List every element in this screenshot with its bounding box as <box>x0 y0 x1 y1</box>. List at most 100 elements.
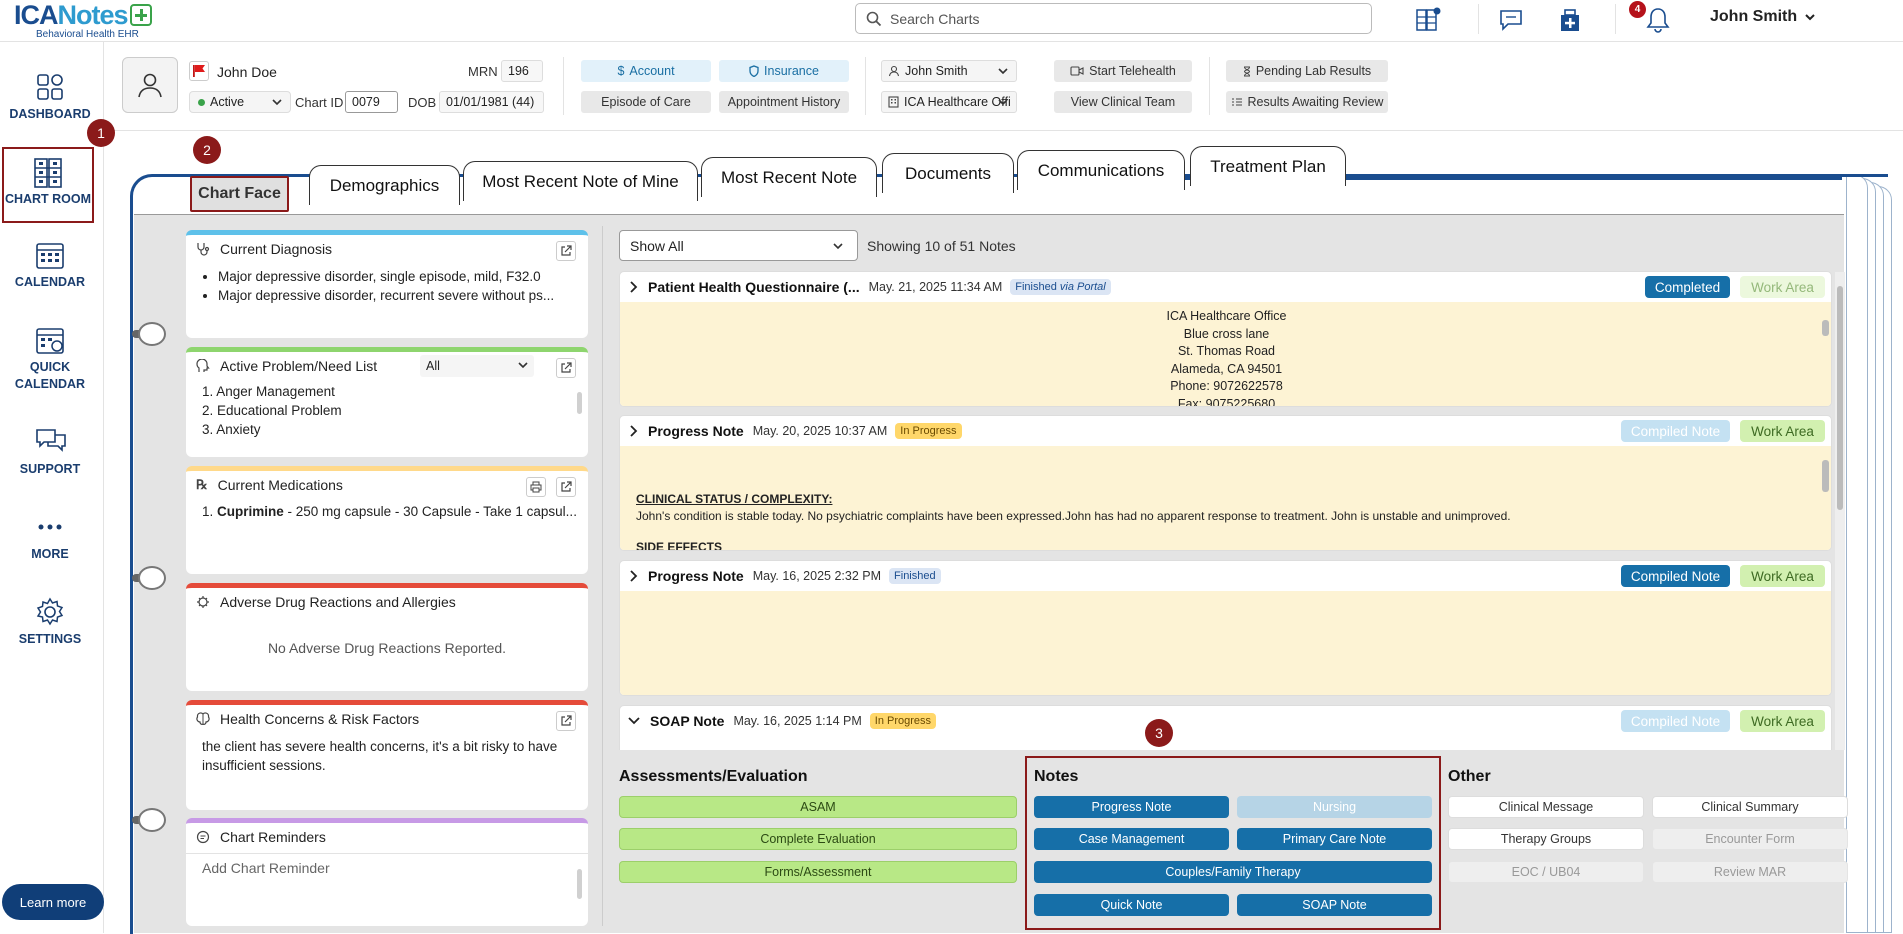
work-area-button[interactable]: Work Area <box>1740 710 1825 732</box>
tab-treatment-plan[interactable]: Treatment Plan <box>1190 146 1346 186</box>
work-area-button[interactable]: Work Area <box>1740 565 1825 587</box>
divider <box>186 853 588 854</box>
note-title[interactable]: Progress Note <box>648 423 744 439</box>
clinical-summary-button[interactable]: Clinical Summary <box>1652 796 1848 818</box>
app-logo[interactable]: ICANotes Behavioral Health EHR <box>14 0 152 42</box>
encounter-form-button[interactable]: Encounter Form <box>1652 828 1848 850</box>
learn-more-button[interactable]: Learn more <box>2 884 104 920</box>
tab-documents[interactable]: Documents <box>882 153 1014 193</box>
nav-chart-room[interactable]: CHART ROOM <box>2 147 94 223</box>
chevron-down-icon[interactable] <box>628 717 640 725</box>
forms-assessment-button[interactable]: Forms/Assessment <box>619 861 1017 883</box>
messages-icon[interactable] <box>1495 4 1527 36</box>
scrollbar[interactable] <box>577 392 582 414</box>
soap-note-button[interactable]: SOAP Note <box>1237 894 1432 916</box>
scrollbar[interactable] <box>1822 320 1829 336</box>
account-button[interactable]: $ Account <box>581 60 711 82</box>
episode-of-care-button[interactable]: Episode of Care <box>581 91 711 113</box>
video-camera-icon <box>1070 66 1084 76</box>
note-title[interactable]: Patient Health Questionnaire (... <box>648 279 860 295</box>
chevron-right-icon[interactable] <box>630 425 638 437</box>
asam-button[interactable]: ASAM <box>619 796 1017 818</box>
results-awaiting-review-button[interactable]: Results Awaiting Review <box>1226 91 1388 113</box>
nav-more-label: MORE <box>31 547 69 561</box>
quick-note-button[interactable]: Quick Note <box>1034 894 1229 916</box>
chevron-right-icon[interactable] <box>630 281 638 293</box>
patient-name[interactable]: John Doe <box>217 64 277 80</box>
search-input[interactable] <box>890 10 1350 27</box>
tab-chart-face[interactable]: Chart Face <box>190 176 289 212</box>
nav-support[interactable]: SUPPORT <box>0 427 100 476</box>
notes-count: Showing 10 of 51 Notes <box>867 238 1016 254</box>
pending-lab-results-button[interactable]: Pending Lab Results <box>1226 60 1388 82</box>
insurance-button[interactable]: Insurance <box>719 60 849 82</box>
progress-note-button[interactable]: Progress Note <box>1034 796 1229 818</box>
compiled-note-button[interactable]: Compiled Note <box>1621 420 1730 442</box>
card-title: Active Problem/Need List <box>220 358 378 374</box>
card-title: Current Medications <box>217 477 343 493</box>
external-link-icon[interactable] <box>556 241 576 261</box>
external-link-icon[interactable] <box>556 358 576 378</box>
user-menu[interactable]: John Smith <box>1710 8 1815 26</box>
office-select[interactable]: ICA Healthcare Offi <box>881 91 1017 113</box>
complete-evaluation-button[interactable]: Complete Evaluation <box>619 828 1017 850</box>
nav-calendar[interactable]: CALENDAR <box>0 240 100 289</box>
medication-detail: - 250 mg capsule - 30 Capsule - Take 1 c… <box>283 504 577 519</box>
tab-demographics[interactable]: Demographics <box>309 165 460 205</box>
search-charts[interactable] <box>855 3 1372 34</box>
couples-family-therapy-button[interactable]: Couples/Family Therapy <box>1034 861 1432 883</box>
eoc-ub04-button[interactable]: EOC / UB04 <box>1448 861 1644 883</box>
start-telehealth-button[interactable]: Start Telehealth <box>1054 60 1192 82</box>
tab-most-recent-note[interactable]: Most Recent Note <box>701 157 877 197</box>
patient-flag-button[interactable] <box>189 61 209 81</box>
notifications-bell-icon[interactable] <box>1642 4 1674 36</box>
tab-most-recent-note-of-mine[interactable]: Most Recent Note of Mine <box>463 161 698 201</box>
provider-select[interactable]: John Smith <box>881 60 1017 82</box>
status-badge: In Progress <box>895 423 962 439</box>
patient-status-select[interactable]: Active <box>189 91 291 113</box>
add-patient-icon[interactable] <box>1554 4 1586 36</box>
notes-filter-value: Show All <box>630 237 684 254</box>
clinical-message-button[interactable]: Clinical Message <box>1448 796 1644 818</box>
avatar[interactable] <box>122 57 178 113</box>
review-mar-button[interactable]: Review MAR <box>1652 861 1848 883</box>
allergy-icon <box>197 596 209 608</box>
problem-filter-select[interactable]: All <box>420 355 534 377</box>
view-clinical-team-button[interactable]: View Clinical Team <box>1054 91 1192 113</box>
nav-dashboard[interactable]: DASHBOARD <box>0 72 100 121</box>
compiled-note-button[interactable]: Compiled Note <box>1621 710 1730 732</box>
diagnosis-item: Major depressive disorder, single episod… <box>218 267 554 286</box>
notes-scrollbar-thumb[interactable] <box>1837 286 1843 510</box>
chart-id-field[interactable]: 0079 <box>345 91 398 113</box>
nursing-button[interactable]: Nursing <box>1237 796 1432 818</box>
compiled-note-button[interactable]: Compiled Note <box>1621 565 1730 587</box>
notes-filter-select[interactable]: Show All <box>619 230 858 261</box>
primary-care-note-button[interactable]: Primary Care Note <box>1237 828 1432 850</box>
scrollbar[interactable] <box>1822 460 1829 492</box>
add-chart-reminder-field[interactable]: Add Chart Reminder <box>202 860 330 876</box>
dob-label: DOB <box>408 95 437 110</box>
appointment-history-button[interactable]: Appointment History <box>719 91 849 113</box>
case-management-button[interactable]: Case Management <box>1034 828 1229 850</box>
nav-more[interactable]: MORE <box>0 512 100 561</box>
external-link-icon[interactable] <box>556 711 576 731</box>
print-icon[interactable] <box>526 477 546 497</box>
external-link-icon[interactable] <box>556 477 576 497</box>
problem-item: 1. Anger Management <box>202 384 335 399</box>
tab-communications[interactable]: Communications <box>1017 150 1185 190</box>
chart-room-shortcut-icon[interactable] <box>1412 4 1444 36</box>
nav-settings[interactable]: SETTINGS <box>0 597 100 646</box>
card-title: Chart Reminders <box>220 829 326 845</box>
completed-button[interactable]: Completed <box>1645 276 1730 298</box>
chevron-right-icon[interactable] <box>630 570 638 582</box>
work-area-button[interactable]: Work Area <box>1740 420 1825 442</box>
note-title[interactable]: Progress Note <box>648 568 744 584</box>
scrollbar[interactable] <box>577 869 582 899</box>
note-title[interactable]: SOAP Note <box>650 713 724 729</box>
nav-chart-room-label: CHART ROOM <box>4 192 92 206</box>
therapy-groups-button[interactable]: Therapy Groups <box>1448 828 1644 850</box>
user-icon <box>888 65 900 77</box>
pending-lab-results-label: Pending Lab Results <box>1255 64 1372 78</box>
nav-quick-calendar[interactable]: QUICK CALENDAR <box>0 325 100 391</box>
work-area-button[interactable]: Work Area <box>1740 276 1825 298</box>
